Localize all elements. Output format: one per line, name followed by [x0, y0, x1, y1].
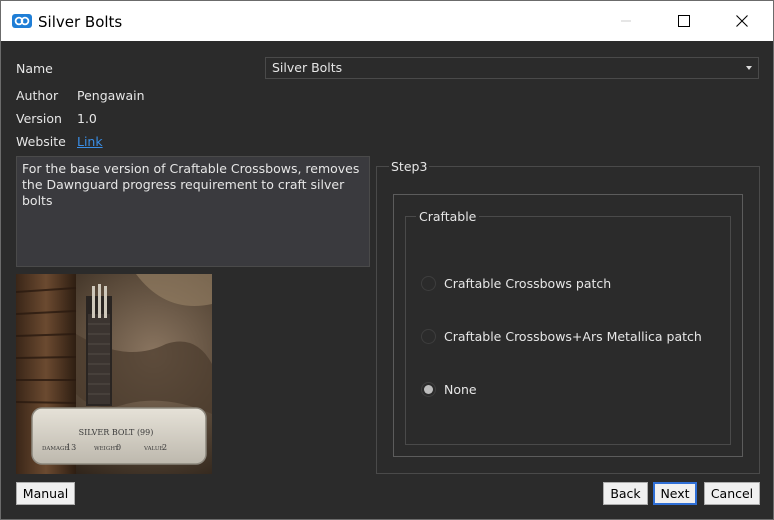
maximize-button[interactable] — [655, 1, 713, 41]
content-area: Name Silver Bolts Author Pengawain Versi… — [1, 41, 773, 519]
minimize-button[interactable] — [597, 1, 655, 41]
radio-button-selected[interactable] — [421, 381, 436, 397]
option-label: Craftable Crossbows+Ars Metallica patch — [444, 328, 702, 344]
option-craftable-crossbows-patch[interactable]: Craftable Crossbows patch — [421, 274, 611, 292]
close-icon — [736, 15, 748, 27]
option-ars-metallica-patch[interactable]: Craftable Crossbows+Ars Metallica patch — [421, 327, 702, 345]
preview-value-value: 2 — [162, 443, 167, 452]
manual-button[interactable]: Manual — [16, 482, 75, 505]
minimize-icon — [621, 20, 631, 22]
name-select-value: Silver Bolts — [272, 60, 343, 75]
step-title: Step3 — [389, 159, 430, 174]
radio-button[interactable] — [421, 328, 436, 344]
app-icon — [12, 14, 32, 28]
preview-image: SILVER BOLT (99) DAMAGE 13 WEIGHT 0 VALU… — [16, 274, 212, 474]
preview-value-label: VALUE — [143, 446, 164, 452]
version-label: Version — [16, 111, 62, 126]
preview-scene: SILVER BOLT (99) DAMAGE 13 WEIGHT 0 VALU… — [16, 274, 212, 474]
preview-damage-value: 13 — [66, 443, 76, 452]
preview-weight-value: 0 — [116, 443, 121, 452]
option-label: None — [444, 381, 477, 397]
author-label: Author — [16, 88, 59, 103]
author-value: Pengawain — [77, 88, 145, 103]
title-bar: Silver Bolts — [1, 1, 773, 41]
next-button[interactable]: Next — [653, 482, 697, 505]
dropdown-arrow-icon — [746, 66, 752, 70]
close-button[interactable] — [713, 1, 771, 41]
cancel-button[interactable]: Cancel — [704, 482, 760, 505]
radio-button[interactable] — [421, 275, 436, 291]
preview-item-name: SILVER BOLT (99) — [79, 428, 154, 437]
description-box[interactable]: For the base version of Craftable Crossb… — [16, 156, 370, 267]
craftable-group-title: Craftable — [416, 209, 480, 224]
preview-damage-label: DAMAGE — [42, 446, 68, 452]
maximize-icon — [678, 15, 690, 27]
back-button[interactable]: Back — [603, 482, 648, 505]
website-label: Website — [16, 134, 66, 149]
installer-window: Silver Bolts Name Silver Bolts Author Pe… — [0, 0, 774, 520]
option-none[interactable]: None — [421, 380, 477, 398]
name-label: Name — [16, 61, 53, 76]
option-label: Craftable Crossbows patch — [444, 275, 612, 291]
window-title: Silver Bolts — [38, 13, 123, 31]
name-select[interactable]: Silver Bolts — [265, 57, 759, 79]
version-value: 1.0 — [77, 111, 97, 126]
website-link[interactable]: Link — [77, 134, 103, 149]
